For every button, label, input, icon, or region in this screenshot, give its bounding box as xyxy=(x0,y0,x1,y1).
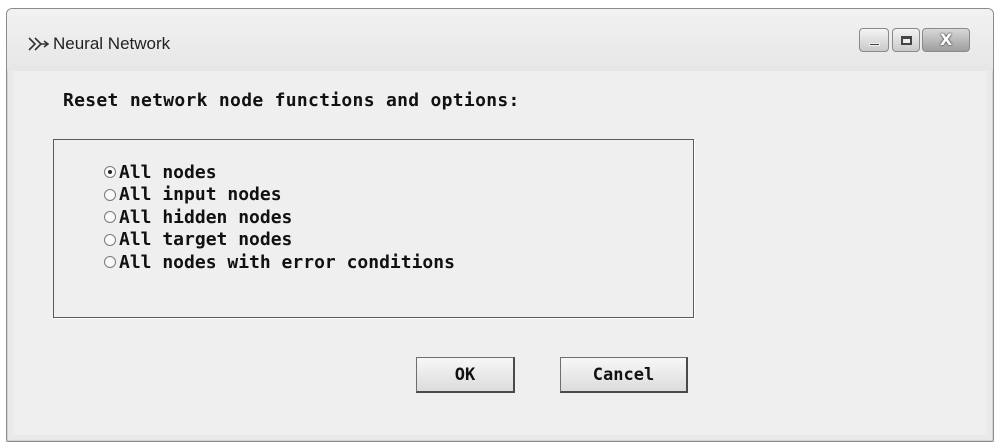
radio-label: All nodes xyxy=(119,161,217,183)
maximize-button[interactable] xyxy=(892,28,920,52)
ok-button[interactable]: OK xyxy=(416,357,515,393)
close-icon: X xyxy=(939,30,953,49)
maximize-icon xyxy=(900,35,912,45)
radio-label: All nodes with error conditions xyxy=(119,251,455,273)
radio-all-target-nodes[interactable]: All target nodes xyxy=(104,229,455,252)
neural-network-app-icon xyxy=(28,37,49,51)
radio-all-hidden-nodes[interactable]: All hidden nodes xyxy=(104,206,455,229)
minimize-icon xyxy=(868,42,880,46)
node-radio-list: All nodes All input nodes All hidden nod… xyxy=(104,161,455,274)
radio-button[interactable] xyxy=(104,233,116,246)
radio-all-nodes[interactable]: All nodes xyxy=(104,161,455,184)
radio-button[interactable] xyxy=(104,211,116,224)
radio-button[interactable] xyxy=(104,256,116,269)
minimize-button[interactable] xyxy=(859,28,889,52)
dialog-heading: Reset network node functions and options… xyxy=(63,90,520,111)
radio-all-input-nodes[interactable]: All input nodes xyxy=(104,184,455,207)
cancel-button[interactable]: Cancel xyxy=(560,357,688,393)
radio-label: All target nodes xyxy=(119,229,293,251)
window-title: Neural Network xyxy=(53,34,171,53)
radio-label: All input nodes xyxy=(119,184,282,206)
title-bar[interactable]: Neural Network X xyxy=(7,9,993,71)
radio-label: All hidden nodes xyxy=(119,206,293,228)
radio-all-nodes-error-conditions[interactable]: All nodes with error conditions xyxy=(104,251,455,274)
radio-button[interactable] xyxy=(104,166,116,179)
radio-button[interactable] xyxy=(104,188,116,201)
close-button[interactable]: X xyxy=(922,28,970,52)
